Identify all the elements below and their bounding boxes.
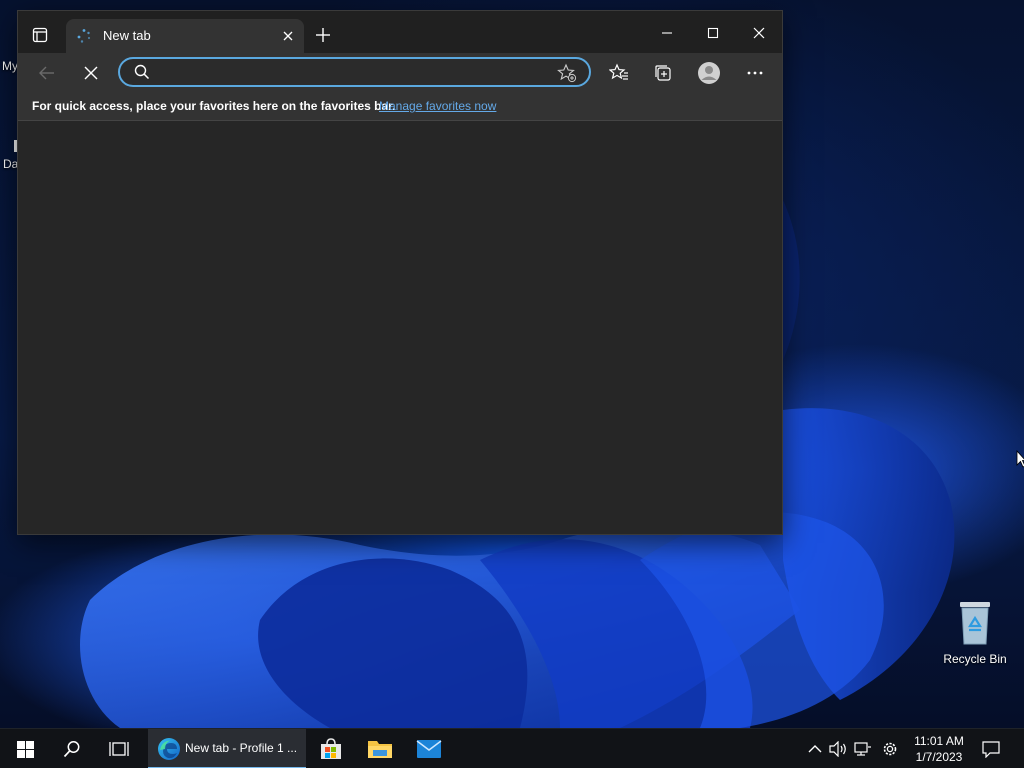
- title-bar: New tab: [18, 11, 782, 53]
- address-bar[interactable]: [118, 57, 591, 87]
- taskbar-edge-window[interactable]: New tab - Profile 1 ...: [148, 729, 306, 768]
- tab-actions-icon: [32, 27, 48, 43]
- edge-icon: [158, 738, 180, 760]
- more-icon: [747, 71, 763, 75]
- stop-loading-button[interactable]: [76, 58, 106, 88]
- collections-icon: [655, 65, 671, 81]
- recycle-bin-label: Recycle Bin: [943, 652, 1007, 666]
- close-window-button[interactable]: [736, 19, 782, 47]
- add-favorite-icon[interactable]: [557, 63, 577, 83]
- network-button[interactable]: [853, 739, 873, 759]
- taskbar-clock[interactable]: 11:01 AM 1/7/2023: [906, 733, 972, 765]
- browser-toolbar: [18, 53, 782, 91]
- clock-date: 1/7/2023: [915, 750, 963, 764]
- store-icon: [321, 738, 341, 759]
- address-input[interactable]: [156, 61, 546, 83]
- recycle-bin-shortcut[interactable]: Recycle Bin: [938, 600, 1012, 666]
- minimize-button[interactable]: [644, 19, 690, 47]
- more-button[interactable]: [740, 58, 770, 88]
- tab-actions-button[interactable]: [28, 23, 52, 47]
- close-icon: [753, 27, 765, 39]
- search-icon: [134, 64, 150, 80]
- task-view-button[interactable]: [96, 729, 142, 768]
- gear-icon: [883, 742, 897, 756]
- favorites-icon: [609, 63, 628, 80]
- show-hidden-icons-button[interactable]: [805, 739, 825, 759]
- stop-icon: [84, 66, 98, 80]
- folder-icon: [368, 741, 392, 758]
- clock-time: 11:01 AM: [914, 734, 964, 748]
- settings-button[interactable]: [880, 739, 900, 759]
- back-arrow-icon: [39, 66, 54, 80]
- chevron-up-icon: [808, 745, 822, 753]
- maximize-button[interactable]: [690, 19, 736, 47]
- mouse-cursor-icon: [1016, 450, 1024, 468]
- profile-button[interactable]: [694, 58, 724, 88]
- minimize-icon: [662, 32, 672, 34]
- close-icon[interactable]: [280, 28, 296, 44]
- taskbar: New tab - Profile 1 ... 11:01 AM 1/7/202…: [0, 728, 1024, 768]
- recycle-bin-icon: [956, 600, 994, 646]
- search-icon: [63, 741, 80, 758]
- profile-icon: [698, 62, 720, 84]
- back-button[interactable]: [32, 58, 62, 88]
- network-icon: [854, 742, 871, 756]
- tab-title: New tab: [103, 28, 151, 43]
- microsoft-store-button[interactable]: [308, 729, 354, 768]
- favorites-bar-hint: For quick access, place your favorites h…: [32, 99, 396, 113]
- mail-icon: [416, 740, 442, 758]
- file-explorer-button[interactable]: [357, 729, 403, 768]
- desktop-icon-label-my[interactable]: My: [2, 59, 18, 73]
- favorites-bar: For quick access, place your favorites h…: [18, 91, 782, 121]
- volume-icon: [829, 741, 846, 757]
- plus-icon[interactable]: [314, 26, 332, 44]
- manage-favorites-link[interactable]: Manage favorites now: [379, 99, 496, 113]
- task-view-icon: [109, 742, 129, 756]
- taskbar-edge-label: New tab - Profile 1 ...: [185, 741, 298, 755]
- loading-icon: [77, 29, 91, 43]
- mail-button[interactable]: [406, 729, 452, 768]
- search-button[interactable]: [49, 729, 95, 768]
- windows-start-icon: [16, 740, 34, 758]
- volume-button[interactable]: [828, 739, 848, 759]
- tab-new-tab[interactable]: New tab: [66, 19, 304, 53]
- collections-button[interactable]: [648, 58, 678, 88]
- page-content: [18, 122, 782, 534]
- browser-window: New tab For quick access, place your fav…: [17, 10, 783, 535]
- maximize-icon: [707, 27, 719, 39]
- start-button[interactable]: [2, 729, 48, 768]
- notifications-button[interactable]: [978, 737, 1004, 761]
- notification-icon: [982, 740, 1000, 758]
- favorites-button[interactable]: [604, 58, 634, 88]
